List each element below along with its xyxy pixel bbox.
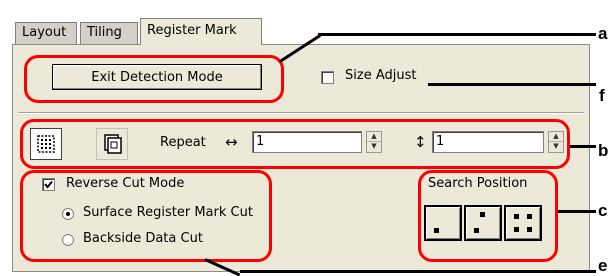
callout-letter-c: c [598,201,608,220]
callout-box-e [20,170,272,262]
callout-letter-e: e [598,256,608,275]
callout-letter-b: b [598,141,609,160]
size-adjust-checkbox[interactable] [321,71,334,84]
tab-register-mark-label: Register Mark [147,23,237,38]
leader-line-c [558,210,596,213]
leader-line-b [570,145,596,148]
leader-line-a [318,33,596,36]
leader-line-f [428,83,596,86]
tab-layout[interactable]: Layout [15,22,77,44]
tab-register-mark[interactable]: Register Mark [140,18,262,45]
size-adjust-label: Size Adjust [345,68,417,83]
callout-box-c [418,170,558,262]
callout-box-b [20,119,570,169]
callout-box-a [24,55,284,103]
tab-tiling[interactable]: Tiling [80,22,138,44]
separator [18,112,584,114]
callout-letter-f: f [599,86,605,105]
callout-letter-a: a [598,24,608,43]
tab-layout-label: Layout [22,25,67,40]
tab-tiling-label: Tiling [87,25,122,40]
